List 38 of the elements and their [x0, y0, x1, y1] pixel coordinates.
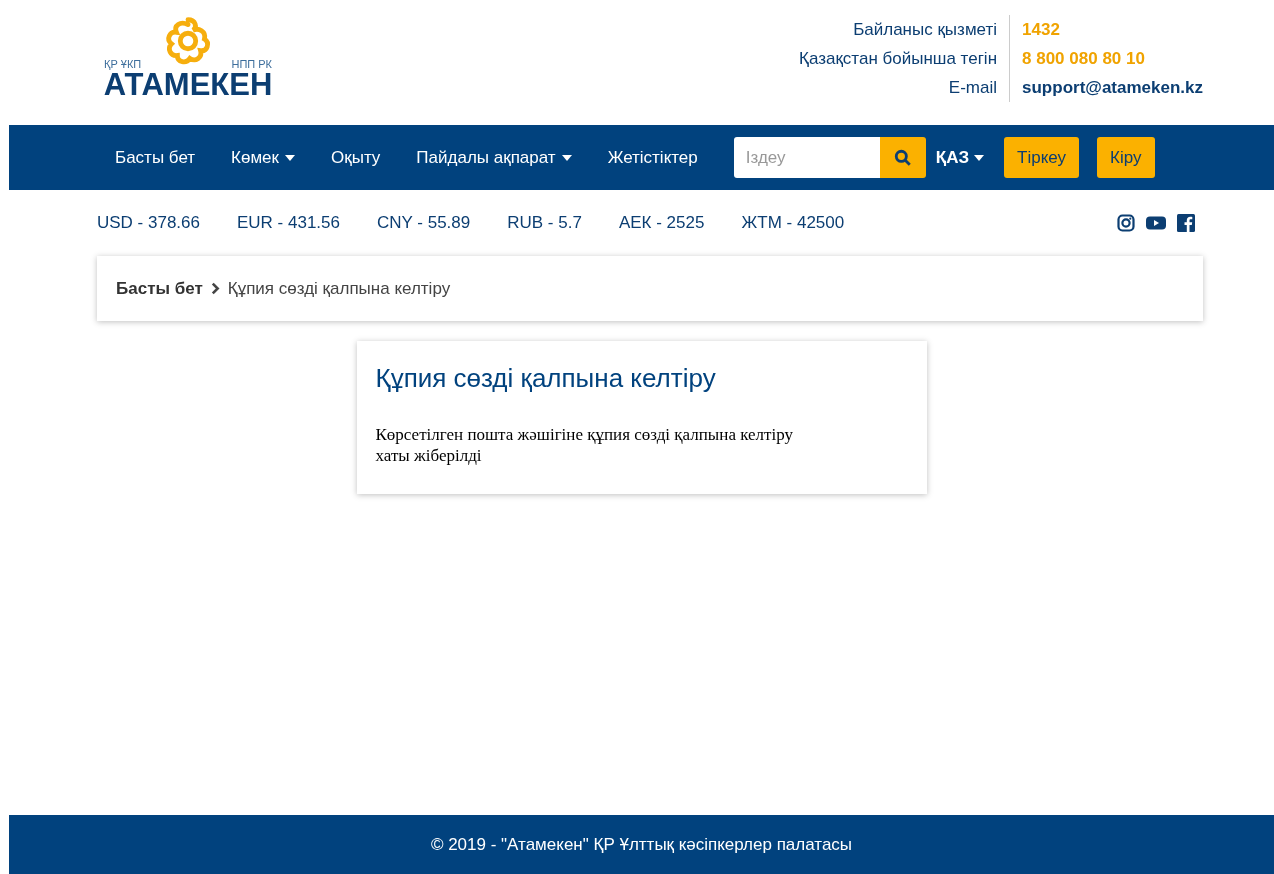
nav-link[interactable]: Пайдалы ақпарат [398, 147, 590, 168]
footer-text: © 2019 - "Атамекен" ҚР Ұлттық кәсіпкерлер палатасы [430, 834, 853, 855]
card-message: Көрсетілген пошта жәшігіне құпия сөзді қалпына келтіру хаты жіберілді [375, 424, 794, 466]
exchange-rate: ЖТМ - 42500 [741, 213, 845, 233]
nav-link[interactable]: Оқыту [313, 147, 399, 168]
contact-label: Қазақстан бойынша тегін [799, 44, 1011, 73]
nav-link[interactable]: Жетістіктер [589, 147, 716, 168]
contact-label: Байланыс қызметі [799, 15, 1011, 44]
login-button[interactable]: Кіру [1097, 137, 1155, 178]
breadcrumb-link[interactable]: Басты бет [116, 278, 203, 299]
card-title: Құпия сөзді қалпына келтіру [375, 363, 717, 394]
caret-icon [974, 154, 985, 161]
contact-label: E-mail [799, 73, 1011, 102]
exchange-rate: EUR - 431.56 [237, 213, 340, 233]
search-field[interactable]: Іздеу [733, 137, 880, 178]
logo-wordmark: АТАМЕКЕН [103, 70, 273, 100]
register-button[interactable]: Тіркеу [1004, 137, 1080, 178]
facebook-icon[interactable] [1177, 214, 1195, 232]
chevron-icon [210, 282, 220, 295]
caret-icon [285, 154, 295, 161]
email-link[interactable]: support@atameken.kz [1010, 73, 1203, 102]
exchange-rate: CNY - 55.89 [377, 213, 471, 233]
phone-number: 1432 [1021, 19, 1061, 41]
phone-number: 8 800 080 80 10 [1021, 48, 1146, 70]
exchange-rate: USD - 378.66 [97, 213, 200, 233]
exchange-rate: RUB - 5.7 [507, 213, 582, 233]
breadcrumb-current: Құпия сөзді қалпына келтіру [227, 278, 451, 299]
exchange-rate: АЕК - 2525 [618, 213, 705, 233]
language-dropdown[interactable]: ҚАЗ [935, 147, 985, 168]
caret-icon [561, 154, 572, 161]
logo-caption: ҚР ҰКП [104, 58, 142, 70]
nav-link[interactable]: Көмек [213, 147, 313, 168]
nav-link[interactable]: Басты бет [97, 147, 214, 168]
logo-caption: НПП РК [231, 58, 272, 70]
search-icon [893, 148, 912, 167]
youtube-icon[interactable] [1146, 214, 1166, 232]
search-button[interactable] [879, 137, 926, 178]
instagram-icon[interactable] [1117, 214, 1135, 232]
